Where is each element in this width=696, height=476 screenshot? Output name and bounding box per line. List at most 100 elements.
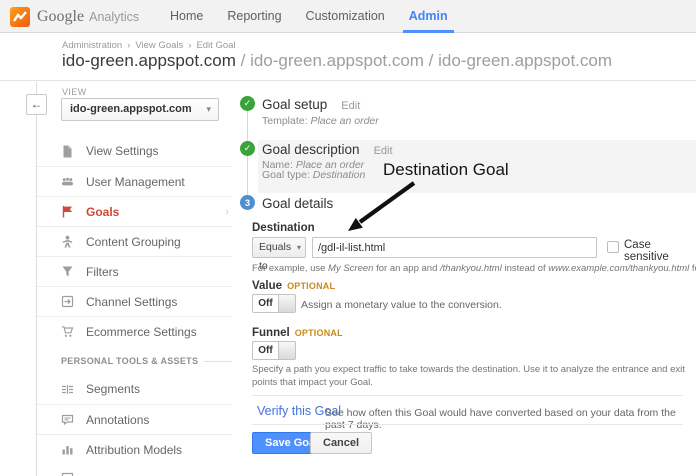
template-label: Template:	[262, 115, 308, 127]
helper-text: for an app and	[373, 263, 440, 274]
goal-setup-title: Goal setup	[262, 97, 327, 112]
helper-example: www.example.com/thankyou.html	[548, 263, 689, 274]
destination-url-input[interactable]	[312, 237, 597, 258]
goal-setup-header: Goal setup Edit	[262, 97, 360, 112]
section-divider	[252, 395, 683, 396]
page-header: Administration › View Goals › Edit Goal …	[0, 34, 696, 81]
funnel-toggle[interactable]: Off	[252, 341, 296, 360]
google-analytics-logo[interactable]: Google Analytics	[10, 0, 139, 33]
breadcrumb-view-goals[interactable]: View Goals	[135, 40, 183, 51]
section-divider	[252, 424, 683, 425]
check-icon: ✓	[244, 98, 252, 109]
funnel-optional-badge: OPTIONAL	[295, 328, 343, 338]
breadcrumb-edit-goal: Edit Goal	[196, 40, 235, 51]
cancel-button[interactable]: Cancel	[310, 432, 372, 454]
verify-goal-description: See how often this Goal would have conve…	[325, 407, 696, 431]
top-bar: Google Analytics Home Reporting Customiz…	[0, 0, 696, 33]
page-title-path: / ido-green.appspot.com / ido-green.apps…	[241, 51, 612, 70]
document-icon	[61, 145, 74, 158]
match-type-dropdown[interactable]: Equals to ▾	[252, 237, 306, 258]
sidebar-item-view-settings[interactable]: View Settings	[37, 136, 232, 166]
destination-helper-text: For example, use My Screen for an app an…	[252, 263, 696, 274]
funnel-section-label: FunnelOPTIONAL	[252, 327, 343, 339]
nav-reporting[interactable]: Reporting	[215, 0, 293, 33]
sidebar-personal-menu: Segments Annotations Attribution Models	[37, 374, 232, 464]
sidebar-item-label: Attribution Models	[86, 443, 182, 457]
view-selector-dropdown[interactable]: ido-green.appspot.com ▾	[61, 98, 219, 121]
sidebar-item-label: View Settings	[86, 144, 159, 158]
helper-example: /thankyou.html	[440, 263, 502, 274]
nav-home[interactable]: Home	[158, 0, 215, 33]
sidebar-item-goals[interactable]: Goals ›	[37, 196, 232, 226]
flag-icon	[61, 205, 74, 218]
section-header-rule	[204, 361, 232, 362]
collapse-sidebar-button[interactable]: ←	[26, 94, 47, 115]
value-label: Value	[252, 280, 282, 292]
sidebar-item-content-grouping[interactable]: Content Grouping	[37, 226, 232, 256]
helper-example: My Screen	[328, 263, 373, 274]
sidebar-item-annotations[interactable]: Annotations	[37, 404, 232, 434]
step3-number: 3	[245, 198, 250, 208]
sidebar-item-segments[interactable]: Segments	[37, 374, 232, 404]
page-title: ido-green.appspot.com / ido-green.appspo…	[62, 51, 612, 71]
person-icon	[61, 235, 74, 248]
goal-details-title: Goal details	[262, 196, 333, 211]
value-description: Assign a monetary value to the conversio…	[301, 299, 502, 311]
sidebar-item-label: Channel Settings	[86, 295, 177, 309]
sidebar-item-ecommerce-settings[interactable]: Ecommerce Settings	[37, 316, 232, 346]
sidebar-menu: View Settings User Management Goals › Co…	[37, 136, 232, 346]
brand-google: Google	[37, 8, 84, 26]
step1-done-icon: ✓	[240, 96, 255, 111]
breadcrumb-administration[interactable]: Administration	[62, 40, 122, 51]
personal-tools-section-header: PERSONAL TOOLS & ASSETS	[61, 356, 232, 366]
goal-description-edit-link[interactable]: Edit	[374, 145, 393, 157]
value-toggle-off-label: Off	[252, 294, 279, 313]
nav-admin[interactable]: Admin	[397, 0, 460, 33]
top-navigation: Home Reporting Customization Admin	[158, 0, 460, 33]
goal-setup-edit-link[interactable]: Edit	[341, 100, 360, 112]
chevron-down-icon: ▾	[297, 238, 301, 257]
sidebar-item-label: Content Grouping	[86, 235, 181, 249]
sidebar-item-attribution-models[interactable]: Attribution Models	[37, 434, 232, 464]
helper-text: For example, use	[252, 263, 328, 274]
funnel-icon	[61, 265, 74, 278]
step3-number-badge: 3	[240, 195, 255, 210]
value-optional-badge: OPTIONAL	[287, 281, 335, 291]
breadcrumb-separator: ›	[127, 40, 130, 51]
cart-icon	[61, 325, 74, 338]
page-title-view: ido-green.appspot.com	[62, 51, 236, 70]
funnel-toggle-knob[interactable]	[279, 341, 296, 360]
value-toggle[interactable]: Off	[252, 294, 296, 313]
channel-icon	[61, 295, 74, 308]
segments-icon	[61, 383, 74, 396]
nav-customization[interactable]: Customization	[294, 0, 397, 33]
template-value: Place an order	[310, 115, 378, 127]
case-sensitive-label: Case sensitive	[624, 239, 696, 263]
check-icon: ✓	[244, 143, 252, 154]
sidebar-item-label: Segments	[86, 382, 140, 396]
sidebar-item-label: Filters	[86, 265, 119, 279]
breadcrumb-separator: ›	[188, 40, 191, 51]
breadcrumb: Administration › View Goals › Edit Goal	[62, 40, 236, 51]
funnel-toggle-off-label: Off	[252, 341, 279, 360]
value-toggle-knob[interactable]	[279, 294, 296, 313]
analytics-logo-icon	[10, 7, 30, 27]
goal-description-title: Goal description	[262, 142, 360, 157]
view-selector-value: ido-green.appspot.com	[70, 103, 192, 115]
sidebar-item-channel-settings[interactable]: Channel Settings	[37, 286, 232, 316]
sidebar-item-user-management[interactable]: User Management	[37, 166, 232, 196]
value-section-label: Value OPTIONAL	[252, 280, 335, 292]
step2-done-icon: ✓	[240, 141, 255, 156]
sidebar-item-label: Goals	[86, 205, 119, 219]
goal-details-header: Goal details	[262, 196, 333, 211]
goal-type-label: Goal type:	[262, 169, 310, 181]
bar-chart-icon	[61, 443, 74, 456]
sidebar-item-label: User Management	[86, 175, 185, 189]
goal-setup-template-line: Template: Place an order	[262, 115, 379, 127]
destination-label: Destination	[252, 222, 315, 234]
sidebar-item-filters[interactable]: Filters	[37, 256, 232, 286]
ga-admin-edit-goal-page: Google Analytics Home Reporting Customiz…	[0, 0, 696, 476]
chevron-down-icon: ▾	[206, 99, 211, 120]
annotation-arrow-icon	[336, 176, 426, 238]
case-sensitive-checkbox[interactable]	[607, 241, 619, 253]
